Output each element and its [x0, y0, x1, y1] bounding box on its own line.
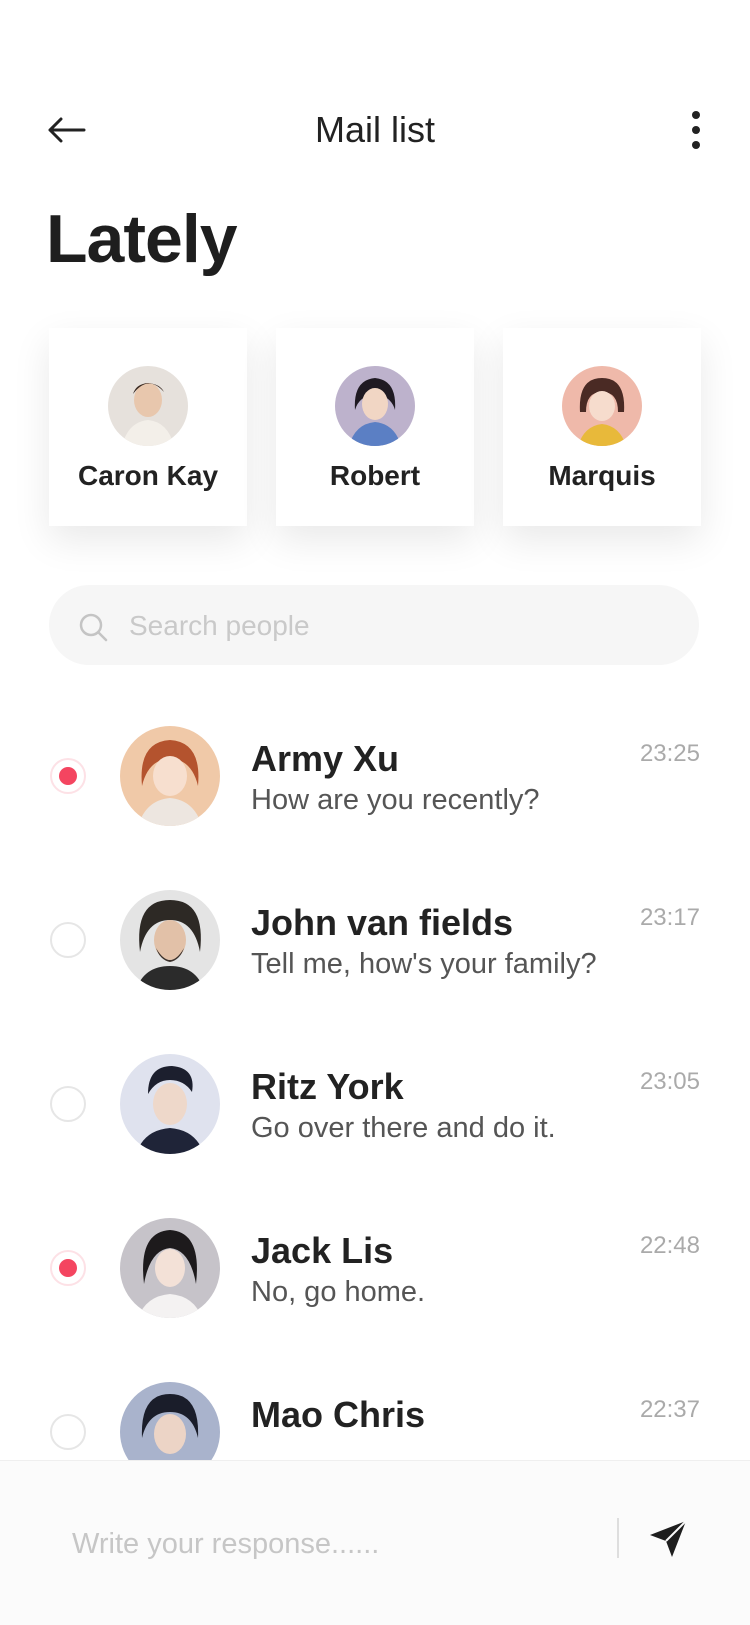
avatar — [120, 1382, 220, 1460]
message-row[interactable]: John van fields Tell me, how's your fami… — [0, 864, 750, 1014]
search-icon — [79, 613, 108, 642]
search-bar[interactable] — [49, 585, 699, 667]
message-time: 22:37 — [639, 1396, 700, 1423]
sender-name: Jack Lis — [251, 1230, 394, 1271]
message-row[interactable]: Ritz York Go over there and do it. 23:05 — [0, 1028, 750, 1178]
search-input[interactable] — [127, 585, 671, 667]
message-time: 23:25 — [639, 740, 700, 767]
message-time: 22:48 — [639, 1232, 700, 1259]
sender-name: John van fields — [251, 902, 514, 943]
unread-indicator[interactable] — [50, 1414, 86, 1450]
lately-heading: Lately — [46, 201, 238, 277]
more-vertical-icon — [692, 111, 700, 149]
message-preview: No, go home. — [251, 1276, 426, 1308]
message-row[interactable]: Army Xu How are you recently? 23:25 — [0, 700, 750, 850]
send-button[interactable] — [640, 1511, 696, 1567]
more-options-button[interactable] — [674, 104, 718, 156]
avatar — [120, 726, 220, 826]
recent-contact-card[interactable]: Robert — [276, 328, 474, 526]
message-row[interactable]: Jack Lis No, go home. 22:48 — [0, 1192, 750, 1342]
sender-name: Army Xu — [251, 738, 400, 779]
sender-name: Mao Chris — [251, 1394, 426, 1435]
send-icon — [650, 1520, 687, 1557]
recent-contact-card[interactable]: Caron Kay — [49, 328, 247, 526]
avatar — [120, 1218, 220, 1318]
avatar — [335, 366, 415, 446]
contact-name: Caron Kay — [77, 460, 219, 491]
message-list[interactable]: Army Xu How are you recently? 23:25 John… — [0, 700, 750, 1460]
message-preview: Tell me, how's your family? — [251, 948, 597, 980]
unread-indicator[interactable] — [50, 922, 86, 958]
contact-name: Robert — [329, 460, 421, 491]
message-preview: Go over there and do it. — [251, 1112, 556, 1144]
avatar — [120, 890, 220, 990]
sender-name: Ritz York — [251, 1066, 404, 1107]
avatar — [562, 366, 642, 446]
message-preview: How are you recently? — [251, 784, 540, 816]
recent-contact-card[interactable]: Marquis — [503, 328, 701, 526]
reply-composer — [0, 1460, 750, 1625]
message-row[interactable]: Mao Chris 22:37 — [0, 1356, 750, 1460]
message-time: 23:17 — [639, 904, 700, 931]
avatar — [120, 1054, 220, 1154]
unread-indicator[interactable] — [50, 1250, 86, 1286]
page-title: Mail list — [314, 109, 435, 150]
avatar — [108, 366, 188, 446]
unread-indicator[interactable] — [50, 1086, 86, 1122]
response-input[interactable] — [70, 1513, 594, 1575]
contact-name: Marquis — [548, 460, 656, 491]
message-time: 23:05 — [639, 1068, 700, 1095]
composer-divider — [617, 1518, 619, 1558]
unread-indicator[interactable] — [50, 758, 86, 794]
